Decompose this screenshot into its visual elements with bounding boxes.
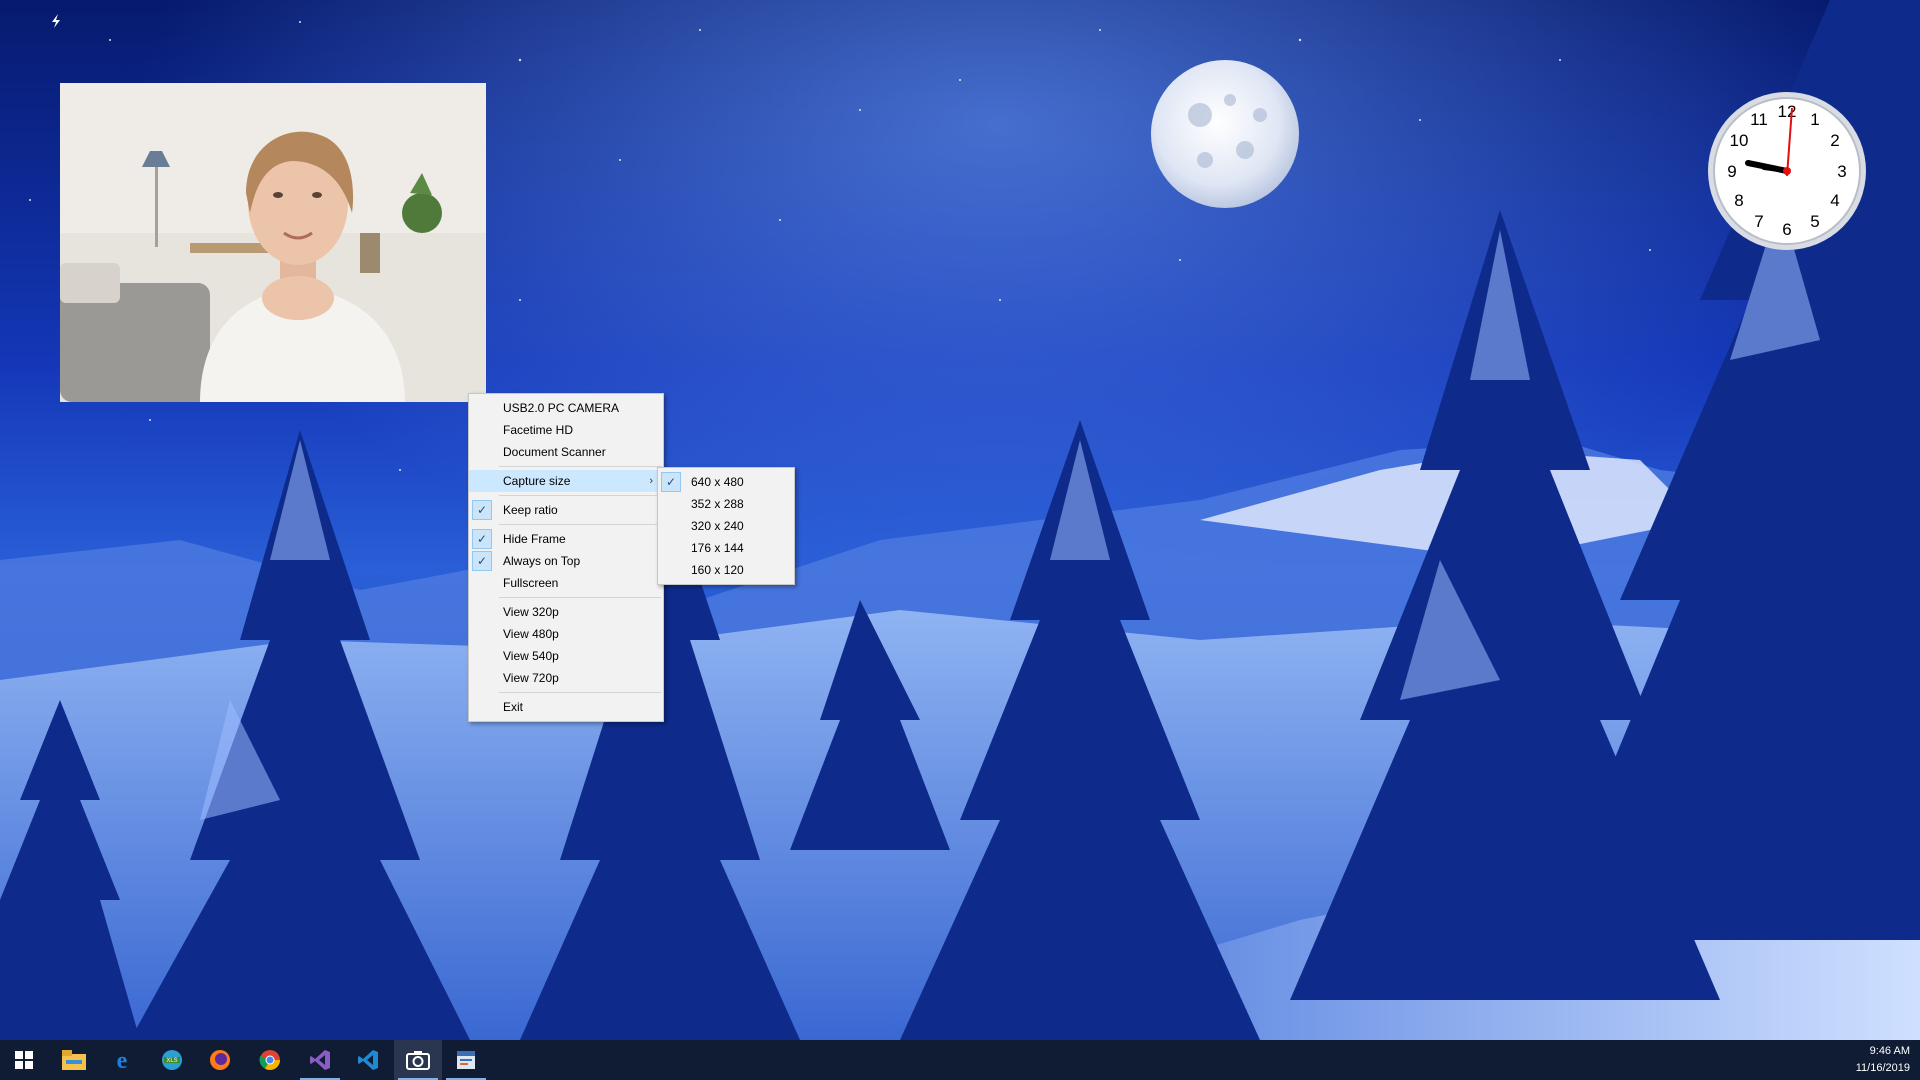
menu-separator [499,692,661,693]
menu-item-label: View 320p [503,605,559,619]
checkmark-icon: ✓ [661,472,681,492]
clock-numeral: 7 [1754,212,1763,231]
menu-item-view-320p[interactable]: View 320p [469,601,663,623]
svg-text:XLS: XLS [166,1058,177,1064]
menu-item-label: Fullscreen [503,576,559,590]
menu-item-label: 352 x 288 [691,497,744,511]
tray-time: 9:46 AM [1869,1045,1910,1057]
menu-item-label: Facetime HD [503,423,574,437]
menu-item-label: View 540p [503,649,559,663]
visual-studio-icon[interactable] [296,1040,344,1080]
edge-icon[interactable]: e [98,1040,146,1080]
menu-item-capture-size[interactable]: Capture size › [469,470,663,492]
webcam-preview[interactable] [60,83,486,402]
clock-face: 12 1 2 3 4 5 6 7 8 9 10 11 [1708,92,1866,250]
menu-item-size-160x120[interactable]: 160 x 120 [658,559,794,581]
clock-numeral: 8 [1734,191,1743,210]
camera-context-menu: USB2.0 PC CAMERA Facetime HD Document Sc… [468,393,664,722]
clock-numeral: 1 [1810,110,1819,129]
clock-numeral: 12 [1778,102,1797,121]
menu-item-view-540p[interactable]: View 540p [469,645,663,667]
menu-separator [499,466,661,467]
taskbar: e XLS 9:46 AM 11/16/2019 [0,1040,1920,1080]
menu-item-label: USB2.0 PC CAMERA [503,401,620,415]
menu-item-size-320x240[interactable]: 320 x 240 [658,515,794,537]
clock-numeral: 3 [1837,162,1846,181]
system-clock[interactable]: 9:46 AM 11/16/2019 [1856,1043,1910,1077]
menu-item-label: View 480p [503,627,559,641]
clock-numeral: 9 [1727,162,1736,181]
analog-clock-gadget[interactable]: 12 1 2 3 4 5 6 7 8 9 10 11 [1706,90,1868,252]
menu-item-label: Exit [503,700,524,714]
camera-app-icon[interactable] [394,1040,442,1080]
ie-icon[interactable]: XLS [148,1040,196,1080]
clock-numeral: 10 [1730,131,1749,150]
menu-item-label: Document Scanner [503,445,606,459]
menu-item-label: View 720p [503,671,559,685]
checkmark-icon: ✓ [472,529,492,549]
clock-numeral: 5 [1810,212,1819,231]
menu-item-label: 176 x 144 [691,541,744,555]
menu-item-size-352x288[interactable]: 352 x 288 [658,493,794,515]
menu-item-source-document-scanner[interactable]: Document Scanner [469,441,663,463]
chevron-right-icon: › [649,475,653,487]
menu-item-source-facetime-hd[interactable]: Facetime HD [469,419,663,441]
menu-item-label: 640 x 480 [691,475,744,489]
menu-item-exit[interactable]: Exit [469,696,663,718]
firefox-icon[interactable] [196,1040,244,1080]
clock-numeral: 6 [1782,220,1791,239]
checkmark-icon: ✓ [472,551,492,571]
menu-item-label: Capture size [503,474,571,488]
menu-item-size-640x480[interactable]: ✓ 640 x 480 [658,471,794,493]
chrome-icon[interactable] [246,1040,294,1080]
clock-numeral: 2 [1830,131,1839,150]
clock-numeral: 11 [1750,110,1768,129]
menu-item-view-480p[interactable]: View 480p [469,623,663,645]
checkmark-icon: ✓ [472,500,492,520]
menu-item-hide-frame[interactable]: ✓ Hide Frame [469,528,663,550]
menu-item-source-usb-camera[interactable]: USB2.0 PC CAMERA [469,397,663,419]
menu-item-view-720p[interactable]: View 720p [469,667,663,689]
menu-item-size-176x144[interactable]: 176 x 144 [658,537,794,559]
vscode-icon[interactable] [344,1040,392,1080]
menu-item-label: Always on Top [503,554,581,568]
menu-item-label: 160 x 120 [691,563,744,577]
menu-item-keep-ratio[interactable]: ✓ Keep ratio [469,499,663,521]
menu-item-fullscreen[interactable]: Fullscreen [469,572,663,594]
tray-date: 11/16/2019 [1855,1062,1910,1074]
menu-item-label: Keep ratio [503,503,558,517]
clock-numeral: 4 [1830,191,1839,210]
control-panel-icon[interactable] [442,1040,490,1080]
menu-item-always-on-top[interactable]: ✓ Always on Top [469,550,663,572]
menu-separator [499,597,661,598]
menu-separator [499,495,661,496]
menu-item-label: 320 x 240 [691,519,744,533]
capture-size-submenu: ✓ 640 x 480 352 x 288 320 x 240 176 x 14… [657,467,795,585]
menu-separator [499,524,661,525]
windows-start-icon[interactable] [0,1040,48,1080]
menu-item-label: Hide Frame [503,532,566,546]
file-explorer-icon[interactable] [50,1040,98,1080]
svg-text:e: e [117,1048,128,1072]
